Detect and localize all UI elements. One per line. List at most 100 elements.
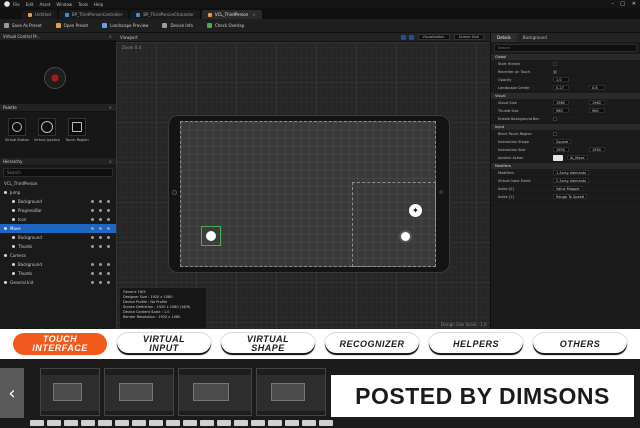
feature-tab-others[interactable]: OTHERS	[533, 333, 627, 355]
page-dot[interactable]	[200, 420, 214, 426]
hierarchy-item[interactable]: Thumb	[0, 269, 116, 278]
feature-tab-virtual-input[interactable]: VIRTUAL INPUT	[117, 333, 211, 355]
page-dot[interactable]	[30, 420, 44, 426]
visibility-lock-icons[interactable]	[86, 209, 110, 212]
screen-size-dropdown[interactable]: Screen Size	[453, 34, 484, 40]
open-preset-button[interactable]: Open Preset	[55, 23, 88, 28]
close-icon[interactable]: ✕	[632, 1, 636, 7]
page-dot[interactable]	[98, 420, 112, 426]
maximize-icon[interactable]: □	[620, 1, 625, 7]
visibility-lock-icons[interactable]	[86, 236, 110, 239]
page-dot[interactable]	[47, 420, 61, 426]
property-value[interactable]: 1960	[589, 100, 605, 105]
gallery-thumbnail[interactable]	[104, 368, 174, 416]
property-checkbox[interactable]	[553, 61, 557, 66]
unreal-logo-icon[interactable]	[4, 1, 10, 7]
tab-bp-controller[interactable]: BP_ThirdPersonController	[58, 10, 129, 19]
grid-icon[interactable]	[408, 34, 414, 40]
page-dot[interactable]	[149, 420, 163, 426]
page-dot[interactable]	[183, 420, 197, 426]
menu-window[interactable]: Window	[56, 2, 72, 7]
gallery-thumbnail[interactable]	[256, 368, 326, 416]
hierarchy-item[interactable]: Icon	[0, 215, 116, 224]
hierarchy-item[interactable]: Move	[0, 224, 116, 233]
menu-tools[interactable]: Tools	[78, 2, 88, 7]
tab-bp-character[interactable]: BP_ThirdPersonCharacter	[130, 10, 200, 19]
property-value[interactable]: 1950	[589, 147, 605, 152]
property-value[interactable]: Value Mapper	[553, 186, 583, 191]
close-icon[interactable]: ×	[109, 105, 112, 110]
menu-file[interactable]: File	[13, 2, 20, 7]
palette-item-touch-region[interactable]: Touch Region	[64, 118, 90, 158]
tab-vcl-thirdperson[interactable]: VCL_ThirdPerson ×	[201, 10, 262, 19]
visibility-lock-icons[interactable]	[86, 245, 110, 248]
gallery-prev-button[interactable]: ‹	[0, 368, 24, 418]
gallery-thumbnail[interactable]	[178, 368, 252, 416]
menu-asset[interactable]: Asset	[39, 2, 50, 7]
view-mode-icon[interactable]	[400, 34, 406, 40]
visibility-lock-icons[interactable]	[86, 218, 110, 221]
page-dot[interactable]	[234, 420, 248, 426]
page-dot[interactable]	[251, 420, 265, 426]
visibility-lock-icons[interactable]	[86, 281, 110, 284]
property-value[interactable]: 960	[589, 108, 605, 113]
save-preset-button[interactable]: Save As Preset	[4, 23, 42, 28]
property-value[interactable]: 1 Array elements	[553, 170, 590, 175]
page-dot[interactable]	[302, 420, 316, 426]
property-value[interactable]: Range To Speed	[553, 194, 587, 199]
hierarchy-item[interactable]: Thumb	[0, 242, 116, 251]
property-value[interactable]: 960	[553, 108, 569, 113]
property-checkbox[interactable]	[553, 131, 557, 136]
feature-tab-virtual-shape[interactable]: VIRTUAL SHAPE	[221, 333, 315, 355]
visualization-dropdown[interactable]: Visualization	[417, 34, 450, 40]
page-dot[interactable]	[166, 420, 180, 426]
move-joystick[interactable]	[201, 226, 221, 246]
asset-thumbnail[interactable]	[553, 154, 563, 161]
property-value[interactable]: 1.0	[553, 77, 569, 82]
hierarchy-item[interactable]: Background	[0, 197, 116, 206]
hierarchy-item[interactable]: Jump	[0, 188, 116, 197]
visibility-lock-icons[interactable]	[86, 200, 110, 203]
details-search-input[interactable]: Search	[494, 44, 637, 52]
page-dot[interactable]	[115, 420, 129, 426]
property-value[interactable]: IA_Move	[567, 155, 588, 160]
tab-background[interactable]: Background	[517, 33, 553, 42]
palette-item-virtual-button[interactable]: Virtual Button	[4, 118, 30, 158]
property-value[interactable]: 2 Array elements	[553, 178, 590, 183]
page-dot[interactable]	[64, 420, 78, 426]
property-value[interactable]: 0.27	[553, 85, 569, 90]
minimize-icon[interactable]: –	[612, 1, 615, 7]
close-icon[interactable]: ×	[109, 34, 112, 39]
property-value[interactable]: 1950	[553, 147, 569, 152]
palette-item-virtual-joystick[interactable]: Virtual Joystick	[34, 118, 60, 158]
property-value[interactable]: 1960	[553, 100, 569, 105]
designer-viewport[interactable]: Zoom 0.4 ✦ Generic 16/9 Designer Size : …	[116, 42, 490, 329]
tab-untitled[interactable]: Untitled	[22, 10, 57, 19]
device-info-button[interactable]: Device Info	[162, 23, 193, 28]
hierarchy-item[interactable]: Camera	[0, 251, 116, 260]
tab-details[interactable]: Details	[491, 33, 517, 42]
visibility-lock-icons[interactable]	[86, 263, 110, 266]
camera-joystick[interactable]	[399, 230, 412, 243]
property-value[interactable]: 0.8	[589, 85, 605, 90]
menu-help[interactable]: Help	[94, 2, 103, 7]
feature-tab-touch-interface[interactable]: TOUCH INTERFACE	[13, 333, 107, 355]
camera-touch-zone[interactable]	[352, 182, 436, 267]
page-dot[interactable]	[217, 420, 231, 426]
page-dot[interactable]	[285, 420, 299, 426]
hierarchy-item[interactable]: General.Init	[0, 278, 116, 287]
gallery-thumbnail[interactable]	[40, 368, 100, 416]
page-dot[interactable]	[132, 420, 146, 426]
run-icon[interactable]: ✦	[409, 204, 422, 217]
hierarchy-item[interactable]: Background	[0, 260, 116, 269]
hierarchy-item[interactable]: Background	[0, 233, 116, 242]
hierarchy-search-input[interactable]: Search	[3, 168, 113, 177]
close-icon[interactable]: ×	[109, 159, 112, 164]
visibility-lock-icons[interactable]	[86, 272, 110, 275]
property-value[interactable]: Square	[553, 139, 572, 144]
feature-tab-recognizer[interactable]: RECOGNIZER	[325, 333, 419, 355]
close-tab-icon[interactable]: ×	[252, 12, 255, 17]
hierarchy-item[interactable]: ProgressBar	[0, 206, 116, 215]
page-dot[interactable]	[81, 420, 95, 426]
page-dot[interactable]	[268, 420, 282, 426]
